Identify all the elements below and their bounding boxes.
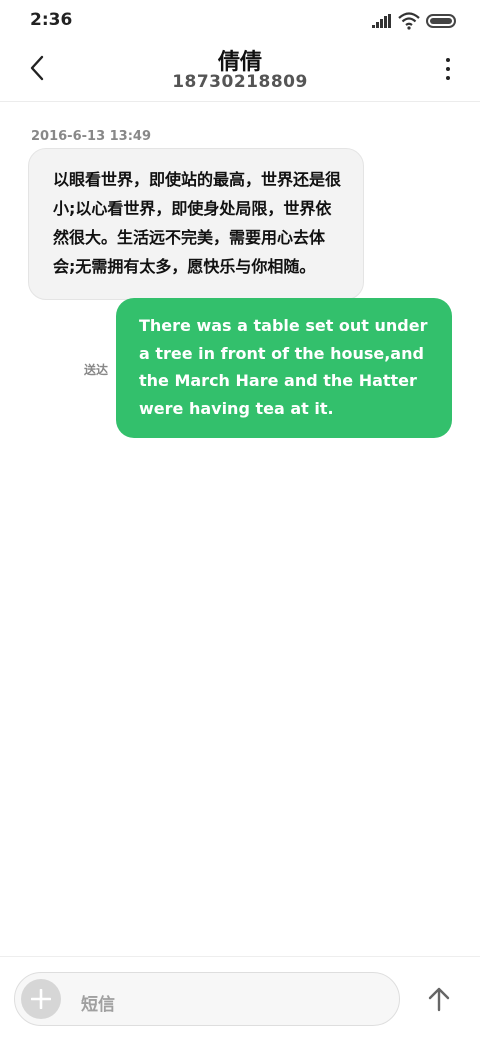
phone-number: 18730218809 xyxy=(172,72,308,92)
more-vertical-icon xyxy=(444,54,452,80)
plus-icon xyxy=(31,989,51,1009)
status-bar: 2:36 xyxy=(0,0,480,40)
send-arrow-icon xyxy=(428,987,450,1012)
conversation-header: 倩倩 18730218809 xyxy=(0,40,480,102)
message-composer: 短信 xyxy=(0,956,480,1040)
more-options-button[interactable] xyxy=(444,54,452,82)
delivery-status: 送达 xyxy=(84,363,109,377)
input-placeholder: 短信 xyxy=(81,995,115,1015)
message-input[interactable]: 短信 xyxy=(14,972,400,1026)
signal-icon xyxy=(372,14,391,28)
message-timestamp: 2016-6-13 13:49 xyxy=(31,129,152,144)
wifi-icon xyxy=(398,12,420,30)
battery-icon xyxy=(426,14,456,28)
outgoing-message-bubble[interactable]: There was a table set out under a tree i… xyxy=(116,298,452,438)
send-button[interactable] xyxy=(424,984,454,1014)
status-time: 2:36 xyxy=(30,10,73,30)
attach-button[interactable] xyxy=(21,979,61,1019)
incoming-message-bubble[interactable]: 以眼看世界，即使站的最高，世界还是很小;以心看世界，即使身处局限，世界依然很大。… xyxy=(28,148,364,300)
